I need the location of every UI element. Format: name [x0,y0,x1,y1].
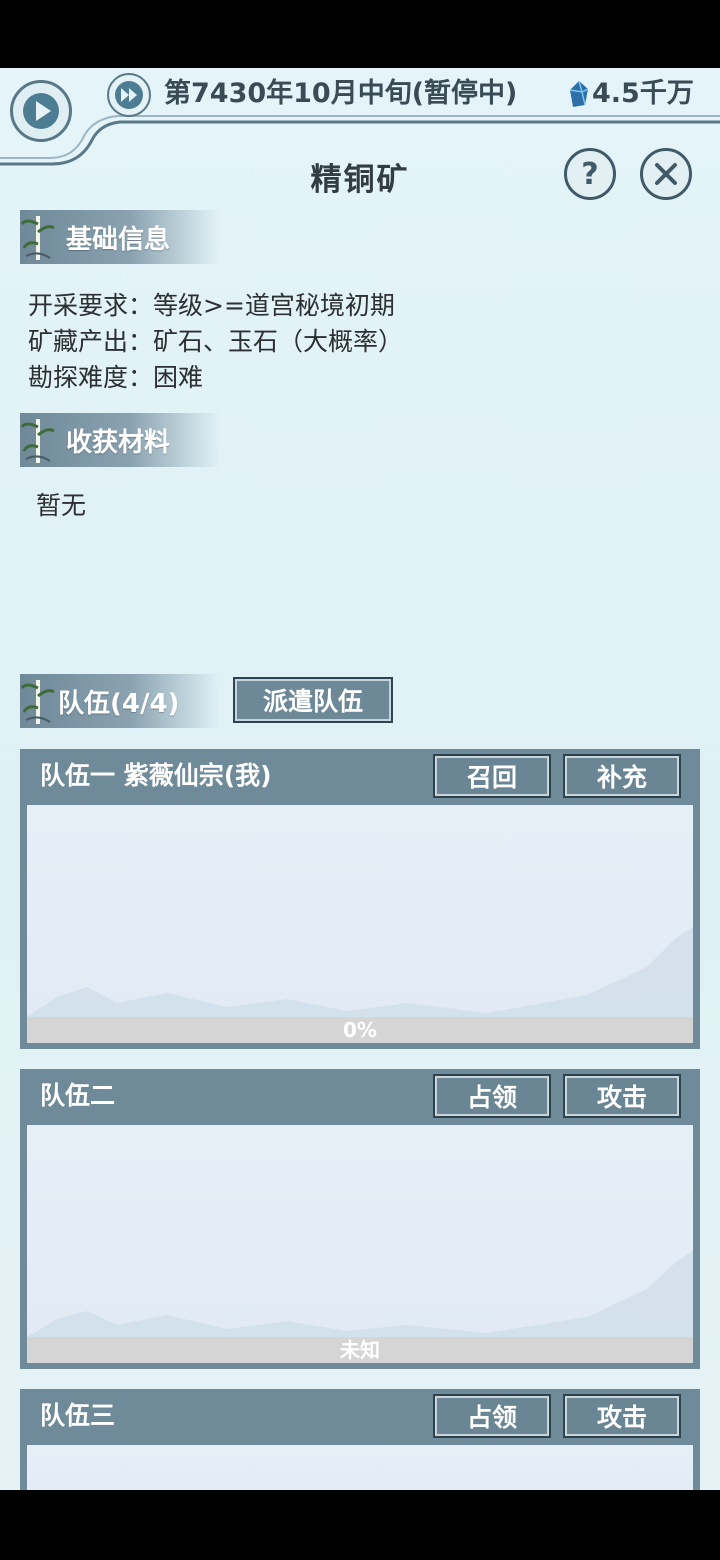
close-icon [655,163,677,185]
dispatch-team-button[interactable]: 派遣队伍 [233,677,393,723]
help-button[interactable]: ? [564,148,616,200]
recall-button[interactable]: 召回 [433,754,551,798]
fast-forward-button[interactable] [107,73,151,117]
harvest-empty-text: 暂无 [36,491,87,520]
team-body [27,1445,693,1490]
section-header-team: 队伍(4/4) [20,674,220,728]
occupy-button[interactable]: 占领 [433,1394,551,1438]
team-panel-1: 队伍一 紫薇仙宗(我) 召回 补充 0% [20,749,700,1049]
replenish-button[interactable]: 补充 [563,754,681,798]
section-header-basic-info: 基础信息 [20,210,220,264]
mountain-decoration [27,927,693,1017]
section-title: 基础信息 [66,224,171,255]
section-title: 队伍(4/4) [58,688,180,719]
team-name: 队伍一 紫薇仙宗(我) [40,761,272,790]
currency-amount: 4.5千万 [592,78,694,109]
bamboo-icon [20,216,55,260]
game-date: 第7430年10月中旬(暂停中) [164,78,518,109]
team-body [27,1125,693,1337]
spirit-stone-icon [569,80,589,107]
bamboo-icon [20,680,55,724]
play-icon [23,93,59,129]
play-button[interactable] [10,80,72,142]
section-header-harvest: 收获材料 [20,413,220,467]
close-button[interactable] [640,148,692,200]
mine-detail-screen: 第7430年10月中旬(暂停中) 4.5千万 精铜矿 ? 基础信息 开采要求：等… [0,68,720,1490]
bamboo-icon [20,419,55,463]
section-title: 收获材料 [66,427,171,458]
team-panel-2: 队伍二 占领 攻击 未知 [20,1069,700,1369]
mountain-decoration [27,1251,693,1337]
fast-forward-icon [115,81,143,109]
mine-output: 矿藏产出：矿石、玉石（大概率） [28,327,404,356]
question-icon: ? [581,156,599,192]
attack-button[interactable]: 攻击 [563,1394,681,1438]
mining-requirement: 开采要求：等级>=道宫秘境初期 [28,291,395,320]
team-header: 队伍三 占领 攻击 [20,1389,700,1443]
team-status-label: 未知 [27,1337,693,1363]
team-header: 队伍二 占领 攻击 [20,1069,700,1123]
team-name: 队伍二 [40,1081,116,1110]
occupy-button[interactable]: 占领 [433,1074,551,1118]
attack-button[interactable]: 攻击 [563,1074,681,1118]
team-name: 队伍三 [40,1401,116,1430]
team-body [27,805,693,1017]
team-panel-3: 队伍三 占领 攻击 [20,1389,700,1490]
team-header: 队伍一 紫薇仙宗(我) 召回 补充 [20,749,700,803]
exploration-difficulty: 勘探难度：困难 [28,363,204,392]
team-progress-label: 0% [27,1017,693,1043]
